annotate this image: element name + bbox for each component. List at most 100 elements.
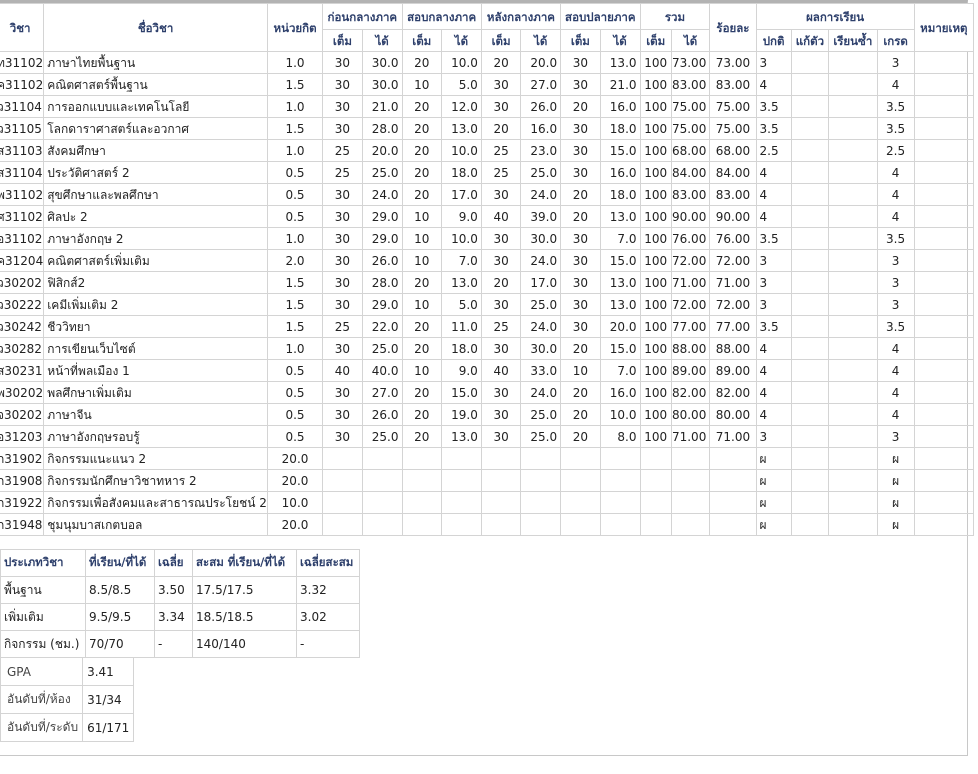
final-exam-full-cell: 20 bbox=[560, 205, 601, 228]
post-mid-got-cell: 27.0 bbox=[520, 73, 562, 96]
mid-exam-full-cell: 20 bbox=[401, 95, 443, 118]
pre-mid-got-cell bbox=[361, 491, 403, 514]
course-name-cell: ชุมนุมบาสเกตบอล bbox=[43, 513, 268, 536]
gpa-value-cell: 61/171 bbox=[82, 713, 135, 742]
total-full-cell: 100 bbox=[639, 403, 672, 426]
result-fix-cell bbox=[790, 95, 830, 118]
final-exam-full-cell: 30 bbox=[560, 161, 601, 184]
mid-exam-full-cell bbox=[401, 469, 443, 492]
table-row: ว30222 เคมีเพิ่มเติม 2 1.5 30 29.0 10 5.0 30 25.… bbox=[0, 293, 975, 316]
total-full-cell: 100 bbox=[639, 293, 672, 316]
credit-cell: 1.5 bbox=[266, 117, 324, 140]
post-mid-full-cell: 20 bbox=[480, 271, 522, 294]
pre-mid-full-cell bbox=[322, 491, 363, 514]
percent-cell: 75.00 bbox=[709, 117, 757, 140]
result-fix-cell bbox=[790, 73, 830, 96]
post-mid-full-cell: 30 bbox=[480, 183, 522, 206]
result-normal-cell: 4 bbox=[755, 205, 792, 228]
total-full-cell: 100 bbox=[639, 359, 672, 382]
final-exam-full-cell: 10 bbox=[560, 359, 601, 382]
remark-cell bbox=[913, 491, 975, 514]
pre-mid-got-cell: 29.0 bbox=[361, 227, 403, 250]
remark-cell bbox=[913, 73, 975, 96]
remark-cell bbox=[913, 227, 975, 250]
table-row: พ30202 พลศึกษาเพิ่มเติม 0.5 30 27.0 20 15.0 30 2… bbox=[0, 381, 975, 404]
post-mid-got-cell: 24.0 bbox=[520, 315, 562, 338]
result-repeat-cell bbox=[828, 359, 878, 382]
total-got-cell: 90.00 bbox=[670, 205, 711, 228]
total-got-cell: 77.00 bbox=[670, 315, 711, 338]
credit-cell: 2.0 bbox=[266, 249, 324, 272]
pre-mid-got-cell bbox=[361, 513, 403, 536]
result-fix-cell bbox=[790, 205, 830, 228]
percent-cell: 68.00 bbox=[709, 139, 757, 162]
total-full-cell: 100 bbox=[639, 95, 672, 118]
summary-cumulative-cell: 17.5/17.5 bbox=[192, 576, 297, 604]
result-grade-cell: 4 bbox=[876, 381, 915, 404]
remark-cell bbox=[913, 469, 975, 492]
table-row: ว30282 การเขียนเว็บไซต์ 1.0 30 25.0 20 18.0 30 3… bbox=[0, 337, 975, 360]
summary-average-cell: 3.50 bbox=[154, 576, 193, 604]
course-code-cell: ท31102 bbox=[0, 51, 45, 74]
mid-exam-full-cell: 20 bbox=[401, 425, 443, 448]
summary-row: กิจกรรม (ชม.) 70/70-140/140- bbox=[0, 630, 360, 658]
pre-mid-full-cell: 25 bbox=[322, 161, 363, 184]
credit-cell: 1.5 bbox=[266, 271, 324, 294]
final-exam-full-cell: 20 bbox=[560, 95, 601, 118]
remark-cell bbox=[913, 425, 975, 448]
credit-cell: 1.0 bbox=[266, 51, 324, 74]
result-fix-cell bbox=[790, 315, 830, 338]
pre-mid-got-cell bbox=[361, 469, 403, 492]
mid-exam-got-cell: 7.0 bbox=[441, 249, 482, 272]
course-name-cell: คณิตศาสตร์พื้นฐาน bbox=[43, 73, 268, 96]
pre-mid-got-cell: 26.0 bbox=[361, 249, 403, 272]
result-fix-cell bbox=[790, 425, 830, 448]
final-exam-full-cell bbox=[560, 447, 601, 470]
final-exam-full-cell: 20 bbox=[560, 183, 601, 206]
subheader-full: เต็ม bbox=[322, 29, 363, 52]
post-mid-got-cell: 24.0 bbox=[520, 381, 562, 404]
pre-mid-full-cell bbox=[322, 469, 363, 492]
final-exam-got-cell: 13.0 bbox=[599, 293, 641, 316]
result-grade-cell: 4 bbox=[876, 359, 915, 382]
post-mid-full-cell bbox=[480, 469, 522, 492]
total-got-cell bbox=[670, 447, 711, 470]
percent-cell: 77.00 bbox=[709, 315, 757, 338]
percent-cell: 82.00 bbox=[709, 381, 757, 404]
pre-mid-full-cell: 30 bbox=[322, 117, 363, 140]
result-normal-cell: 3 bbox=[755, 425, 792, 448]
final-exam-got-cell bbox=[599, 491, 641, 514]
mid-exam-full-cell: 20 bbox=[401, 271, 443, 294]
total-got-cell: 83.00 bbox=[670, 183, 711, 206]
total-full-cell: 100 bbox=[639, 271, 672, 294]
percent-cell bbox=[709, 447, 757, 470]
gpa-value-cell: 3.41 bbox=[82, 657, 135, 686]
result-normal-cell: 4 bbox=[755, 161, 792, 184]
percent-cell: 84.00 bbox=[709, 161, 757, 184]
final-exam-full-cell: 30 bbox=[560, 271, 601, 294]
pre-mid-full-cell: 30 bbox=[322, 271, 363, 294]
gpa-body: GPA 3.41 อันดับที่/ห้อง 31/34 อันดับที่/ระดั… bbox=[0, 657, 135, 742]
post-mid-full-cell bbox=[480, 447, 522, 470]
total-full-cell: 100 bbox=[639, 117, 672, 140]
mid-exam-got-cell: 13.0 bbox=[441, 117, 482, 140]
table-row: ส31103 สังคมศึกษา 1.0 25 20.0 20 10.0 25 23.0 30 1… bbox=[0, 139, 975, 162]
final-exam-got-cell: 16.0 bbox=[599, 95, 641, 118]
mid-exam-full-cell: 20 bbox=[401, 403, 443, 426]
gpa-label-cell: GPA bbox=[0, 657, 84, 686]
result-normal-cell: 3 bbox=[755, 51, 792, 74]
total-full-cell: 100 bbox=[639, 183, 672, 206]
result-fix-cell bbox=[790, 513, 830, 536]
post-mid-full-cell: 30 bbox=[480, 73, 522, 96]
final-exam-got-cell: 15.0 bbox=[599, 337, 641, 360]
table-row: ส30231 หน้าที่พลเมือง 1 0.5 40 40.0 10 9.0 40 33… bbox=[0, 359, 975, 382]
result-grade-cell: ผ bbox=[876, 469, 915, 492]
credit-cell: 1.0 bbox=[266, 227, 324, 250]
post-mid-full-cell: 20 bbox=[480, 117, 522, 140]
post-mid-full-cell: 30 bbox=[480, 227, 522, 250]
header-result: ผลการเรียน bbox=[755, 3, 915, 30]
total-got-cell: 84.00 bbox=[670, 161, 711, 184]
total-got-cell bbox=[670, 513, 711, 536]
summary-cumulative-average-cell: 3.02 bbox=[296, 603, 360, 631]
result-repeat-cell bbox=[828, 73, 878, 96]
